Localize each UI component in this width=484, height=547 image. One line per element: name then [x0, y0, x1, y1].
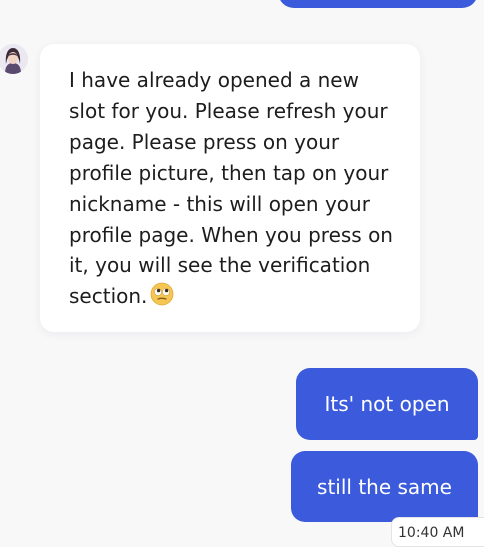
agent-avatar-icon	[0, 44, 28, 74]
agent-message-bubble: I have already opened a new slot for you…	[40, 44, 420, 332]
user-message-text: Its' not open	[324, 392, 450, 416]
message-timestamp: 10:40 AM	[391, 517, 484, 547]
user-message-bubble: still the same	[291, 451, 478, 522]
user-message-text: still the same	[317, 474, 452, 499]
previous-user-message-bubble	[278, 0, 478, 8]
face-with-rolling-eyes-emoji	[150, 282, 174, 306]
agent-message-text: I have already opened a new slot for you…	[69, 68, 393, 309]
user-message-bubble: Its' not open	[296, 368, 478, 440]
